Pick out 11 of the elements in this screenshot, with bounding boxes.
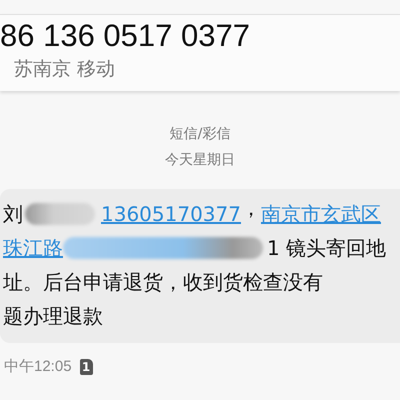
- message-link[interactable]: 珠江路: [3, 234, 63, 262]
- message-link[interactable]: 13605170377: [101, 202, 241, 226]
- pixelated-area: [25, 203, 95, 225]
- contact-location: 苏南京 移动: [13, 57, 116, 82]
- channel-label: 短信/彩信: [170, 125, 230, 143]
- message-time: 中午12:05: [4, 357, 72, 376]
- message-text: 刘 13605170377，南京市玄武区 珠江路 1 镜头寄回地 址。后台申请退货，收到货检查没有 题办理退款: [3, 199, 388, 330]
- message-link[interactable]: 南京市玄武区: [260, 200, 381, 228]
- sim-badge: 1: [80, 358, 93, 374]
- contact-number: 86 136 0517 0377: [0, 18, 251, 54]
- date-label: 今天星期日: [165, 151, 235, 169]
